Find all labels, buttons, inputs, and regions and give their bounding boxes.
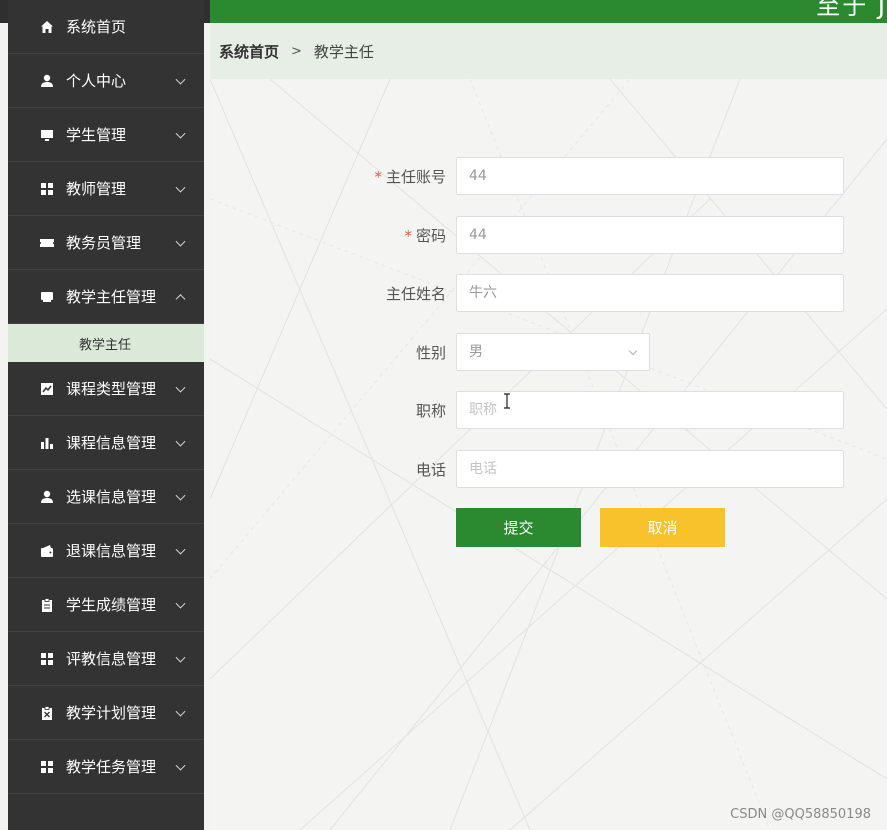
sidebar: 系统首页 个人中心 学生管理 教师管理 教务员管理 教学主任管理 教学主任 课程… bbox=[8, 0, 204, 830]
grid-icon bbox=[40, 652, 54, 666]
chevron-down-icon bbox=[175, 652, 186, 663]
home-icon bbox=[40, 20, 54, 34]
sidebar-item-label: 课程类型管理 bbox=[66, 380, 157, 398]
sidebar-item-evaluation[interactable]: 评教信息管理 bbox=[8, 632, 204, 686]
clipboard-x-icon bbox=[40, 705, 54, 720]
required-marker: * bbox=[374, 168, 382, 186]
breadcrumb: 系统首页 > 教学主任 bbox=[210, 23, 887, 79]
account-label-text: 主任账号 bbox=[385, 168, 446, 186]
chevron-down-icon bbox=[175, 236, 186, 247]
sidebar-item-label: 课程信息管理 bbox=[66, 434, 157, 452]
sidebar-item-label: 学生成绩管理 bbox=[66, 596, 157, 614]
user-icon bbox=[40, 490, 54, 504]
account-label: * 主任账号 bbox=[374, 157, 446, 197]
form-row-account: * 主任账号 44 bbox=[210, 157, 887, 197]
submit-button[interactable]: 提交 bbox=[456, 508, 581, 547]
password-label: * 密码 bbox=[404, 216, 446, 256]
sidebar-item-drop-course[interactable]: 退课信息管理 bbox=[8, 524, 204, 578]
sidebar-item-label: 个人中心 bbox=[66, 72, 127, 90]
chevron-down-icon bbox=[175, 182, 186, 193]
chevron-down-icon bbox=[175, 128, 186, 139]
sidebar-item-label: 系统首页 bbox=[66, 18, 127, 36]
form-row-name: 主任姓名 牛六 bbox=[210, 274, 887, 314]
chevron-down-icon bbox=[175, 760, 186, 771]
sidebar-item-students[interactable]: 学生管理 bbox=[8, 108, 204, 162]
breadcrumb-separator: > bbox=[291, 43, 302, 59]
sidebar-item-label: 退课信息管理 bbox=[66, 542, 157, 560]
form-row-title: 职称 职称 bbox=[210, 391, 887, 431]
watermark: CSDN @QQ58850198 bbox=[730, 807, 871, 822]
sidebar-item-teaching-tasks[interactable]: 教学任务管理 bbox=[8, 740, 204, 794]
grid-icon bbox=[40, 760, 54, 774]
bar-chart-icon bbox=[40, 436, 54, 450]
title-input[interactable]: 职称 bbox=[456, 391, 844, 429]
phone-label: 电话 bbox=[415, 461, 446, 479]
sidebar-subitem-director[interactable]: 教学主任 bbox=[8, 324, 204, 362]
sidebar-item-home[interactable]: 系统首页 bbox=[8, 0, 204, 54]
sidebar-item-registrars[interactable]: 教务员管理 bbox=[8, 216, 204, 270]
sidebar-item-label: 选课信息管理 bbox=[66, 488, 157, 506]
breadcrumb-current: 教学主任 bbox=[313, 42, 374, 61]
sidebar-item-course-types[interactable]: 课程类型管理 bbox=[8, 362, 204, 416]
sidebar-item-label: 教学计划管理 bbox=[66, 704, 157, 722]
breadcrumb-home-link[interactable]: 系统首页 bbox=[219, 41, 279, 62]
cancel-button[interactable]: 取消 bbox=[600, 508, 725, 547]
form-row-gender: 性别 男 bbox=[210, 333, 887, 373]
chevron-down-icon bbox=[175, 706, 186, 717]
name-input[interactable]: 牛六 bbox=[456, 274, 844, 312]
password-input[interactable]: 44 bbox=[456, 216, 844, 254]
top-header-bar: 至于 J bbox=[210, 0, 887, 23]
account-input[interactable]: 44 bbox=[456, 157, 844, 195]
password-label-text: 密码 bbox=[415, 227, 446, 245]
chevron-down-icon bbox=[175, 490, 186, 501]
sidebar-item-label: 评教信息管理 bbox=[66, 650, 157, 668]
title-label: 职称 bbox=[415, 402, 446, 420]
chevron-down-icon bbox=[175, 544, 186, 555]
sidebar-item-course-info[interactable]: 课程信息管理 bbox=[8, 416, 204, 470]
sidebar-item-enrollment[interactable]: 选课信息管理 bbox=[8, 470, 204, 524]
chevron-down-icon bbox=[628, 346, 638, 356]
line-chart-icon bbox=[40, 382, 54, 396]
text-cursor-icon bbox=[504, 393, 510, 409]
chevron-down-icon bbox=[175, 74, 186, 85]
form-row-password: * 密码 44 bbox=[210, 216, 887, 256]
required-marker: * bbox=[404, 227, 412, 245]
sidebar-item-label: 教学任务管理 bbox=[66, 758, 157, 776]
gender-select[interactable]: 男 bbox=[456, 333, 650, 371]
form-row-phone: 电话 电话 bbox=[210, 450, 887, 490]
sidebar-item-teaching-plan[interactable]: 教学计划管理 bbox=[8, 686, 204, 740]
ticket-icon bbox=[40, 236, 54, 250]
sidebar-item-label: 教学主任管理 bbox=[66, 288, 157, 306]
sidebar-item-directors[interactable]: 教学主任管理 bbox=[8, 270, 204, 324]
sidebar-item-label: 教务员管理 bbox=[66, 234, 142, 252]
sidebar-item-label: 教师管理 bbox=[66, 180, 127, 198]
wallet-icon bbox=[40, 544, 54, 558]
sidebar-item-teachers[interactable]: 教师管理 bbox=[8, 162, 204, 216]
name-label: 主任姓名 bbox=[385, 285, 446, 303]
sidebar-item-grades[interactable]: 学生成绩管理 bbox=[8, 578, 204, 632]
monitor-icon bbox=[40, 128, 54, 142]
tray-icon bbox=[40, 290, 54, 304]
sidebar-item-personal[interactable]: 个人中心 bbox=[8, 54, 204, 108]
chevron-down-icon bbox=[175, 382, 186, 393]
gender-select-value: 男 bbox=[469, 344, 483, 360]
sidebar-subitem-label: 教学主任 bbox=[79, 337, 132, 353]
gender-label: 性别 bbox=[415, 344, 446, 362]
chevron-up-icon bbox=[175, 293, 186, 304]
sidebar-item-label: 学生管理 bbox=[66, 126, 127, 144]
main-content: * 主任账号 44 * 密码 44 主任姓名 牛六 性别 男 职称 职称 电话 电话… bbox=[210, 79, 887, 830]
user-icon bbox=[40, 74, 54, 88]
clipboard-icon bbox=[40, 597, 54, 612]
chevron-down-icon bbox=[175, 436, 186, 447]
phone-input[interactable]: 电话 bbox=[456, 450, 844, 488]
chevron-down-icon bbox=[175, 598, 186, 609]
header-title: 至于 J bbox=[816, 0, 887, 20]
grid-icon bbox=[40, 182, 54, 196]
